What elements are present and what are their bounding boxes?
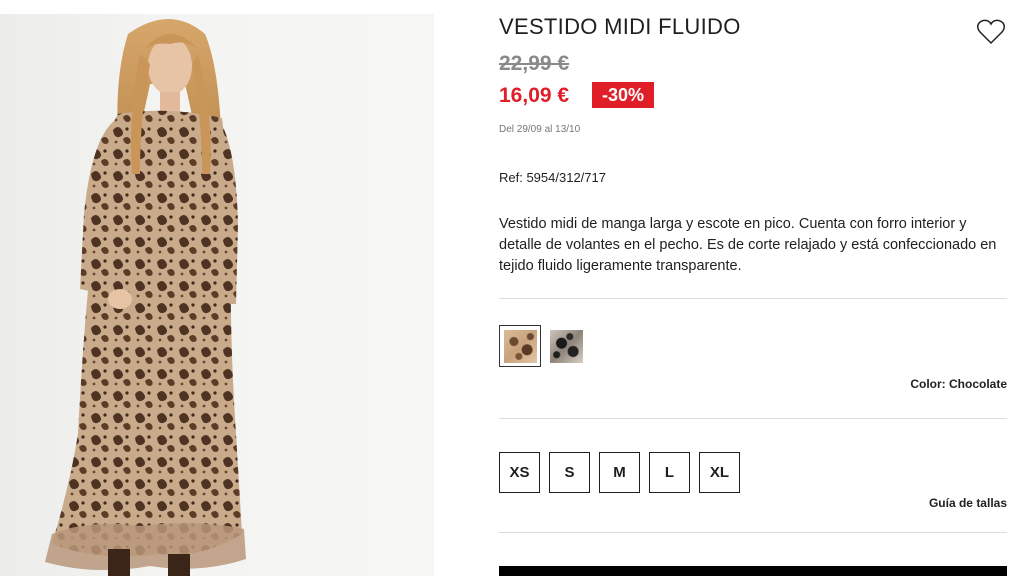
color-swatch-dark[interactable] <box>545 325 587 367</box>
swatch-chip <box>503 329 537 363</box>
size-guide-link[interactable]: Guía de tallas <box>929 496 1007 510</box>
size-option-xl[interactable]: XL <box>699 452 740 493</box>
size-option-s[interactable]: S <box>549 452 590 493</box>
add-to-wishlist-button[interactable] <box>976 18 1006 46</box>
selected-color-label: Color: Chocolate <box>910 377 1007 391</box>
product-description: Vestido midi de manga larga y escote en … <box>499 216 997 274</box>
divider <box>499 418 1007 419</box>
divider <box>499 532 1007 533</box>
add-to-cart-button[interactable] <box>499 566 1007 576</box>
original-price: 22,99 € <box>499 52 570 75</box>
product-info-panel: VESTIDO MIDI FLUIDO 22,99 € 16,09 € -30%… <box>499 0 1007 576</box>
sale-price: 16,09 € <box>499 84 570 107</box>
heart-icon <box>976 19 1006 45</box>
model-photo <box>45 19 246 576</box>
discount-badge: -30% <box>592 82 655 108</box>
size-option-m[interactable]: M <box>599 452 640 493</box>
divider <box>499 298 1007 299</box>
product-title: VESTIDO MIDI FLUIDO <box>499 14 741 39</box>
swatch-chip <box>549 329 583 363</box>
size-option-l[interactable]: L <box>649 452 690 493</box>
color-swatch-chocolate[interactable] <box>499 325 541 367</box>
product-image[interactable] <box>0 14 434 576</box>
product-reference: Ref: 5954/312/717 <box>499 170 606 185</box>
size-option-xs[interactable]: XS <box>499 452 540 493</box>
promo-dates: Del 29/09 al 13/10 <box>499 124 581 135</box>
